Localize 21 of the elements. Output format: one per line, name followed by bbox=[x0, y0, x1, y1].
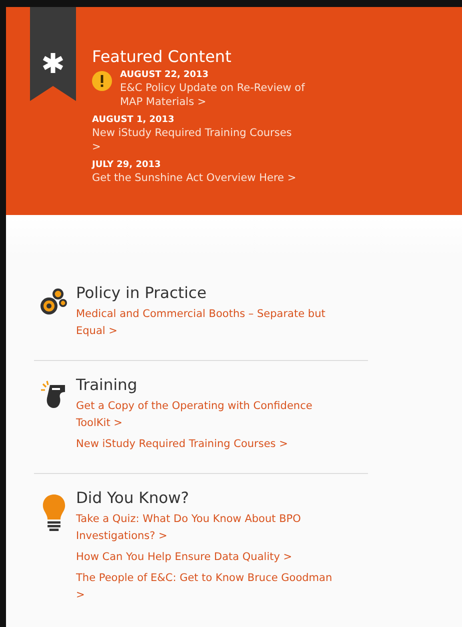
featured-date: AUGUST 1, 2013 bbox=[92, 114, 176, 126]
featured-date: JULY 29, 2013 bbox=[92, 159, 162, 171]
section-link[interactable]: Take a Quiz: What Do You Know About BPO Investigations? > bbox=[76, 511, 336, 545]
section-link[interactable]: How Can You Help Ensure Data Quality > bbox=[76, 549, 336, 566]
section-title: Policy in Practice bbox=[76, 284, 208, 302]
featured-link[interactable]: E&C Policy Update on Re-Review of MAP Materials > bbox=[120, 81, 330, 109]
whistle-icon bbox=[41, 380, 67, 410]
section-link[interactable]: The People of E&C: Get to Know Bruce Goodman > bbox=[76, 570, 336, 604]
featured-link[interactable]: New iStudy Required Training Courses > bbox=[92, 126, 302, 154]
section-title: Did You Know? bbox=[76, 489, 190, 507]
alert-icon bbox=[92, 71, 112, 91]
featured-link[interactable]: Get the Sunshine Act Overview Here > bbox=[92, 171, 302, 185]
section-title: Training bbox=[76, 376, 138, 394]
lightbulb-icon bbox=[42, 493, 66, 533]
section-link[interactable]: New iStudy Required Training Courses > bbox=[76, 436, 336, 453]
gears-icon bbox=[39, 288, 69, 316]
section-link[interactable]: Medical and Commercial Booths – Separate but Equal > bbox=[76, 306, 336, 340]
featured-title: Featured Content bbox=[92, 47, 232, 66]
section-link[interactable]: Get a Copy of the Operating with Confidence ToolKit > bbox=[76, 398, 336, 432]
asterisk-ribbon-icon bbox=[30, 7, 76, 101]
featured-date: AUGUST 22, 2013 bbox=[120, 69, 210, 81]
